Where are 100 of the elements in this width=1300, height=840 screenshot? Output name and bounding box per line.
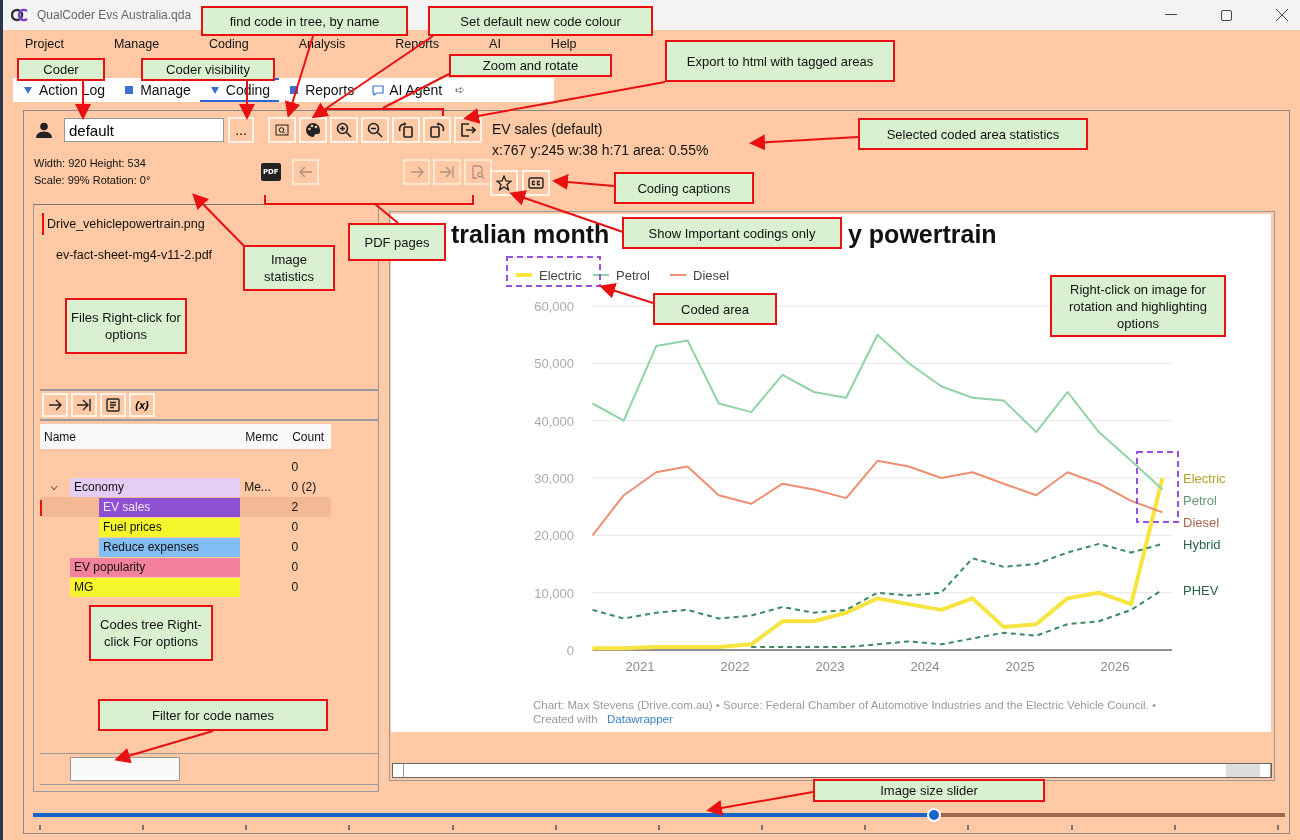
column-header[interactable]: Memc bbox=[241, 429, 289, 444]
tree-row[interactable]: Fuel prices 0 bbox=[40, 517, 331, 537]
rotate-right-button[interactable] bbox=[423, 117, 451, 143]
callout-label: Coder bbox=[17, 58, 105, 81]
menu-item[interactable]: Coding bbox=[209, 37, 249, 51]
horizontal-scrollbar[interactable] bbox=[392, 763, 1272, 778]
x-tick-label: 2023 bbox=[815, 659, 845, 674]
y-tick-label: 0 bbox=[566, 643, 574, 658]
chart-title: tralian month bbox=[451, 220, 610, 248]
count-text: 0 bbox=[291, 460, 299, 474]
find-code-button[interactable] bbox=[268, 117, 296, 143]
tree-row[interactable]: EV popularity 0 bbox=[40, 557, 331, 577]
next-code-button[interactable] bbox=[42, 393, 68, 417]
count-text: 2 bbox=[291, 500, 299, 514]
y-tick-label: 30,000 bbox=[534, 471, 574, 486]
x-tick-label: 2022 bbox=[720, 659, 750, 674]
series-label: Diesel bbox=[1183, 515, 1220, 530]
menu-item[interactable]: Help bbox=[550, 37, 577, 51]
arrow-to-end-icon bbox=[76, 399, 92, 411]
coder-field[interactable]: default bbox=[64, 118, 224, 142]
tree-row[interactable]: Economy Me... 0 (2) bbox=[40, 477, 331, 497]
callout-label: PDF pages bbox=[348, 223, 446, 261]
column-header[interactable]: Count bbox=[288, 429, 331, 444]
filter-field[interactable] bbox=[70, 757, 180, 781]
tab-icon bbox=[123, 84, 136, 96]
export-button[interactable] bbox=[454, 117, 482, 143]
tab-icon bbox=[372, 84, 385, 96]
last-code-button[interactable] bbox=[71, 393, 97, 417]
rotate-right-icon bbox=[429, 122, 445, 138]
app-logo-icon bbox=[11, 7, 29, 23]
tab-scroll-button[interactable]: ➪ bbox=[455, 83, 466, 97]
x-tick-label: 2026 bbox=[1100, 659, 1130, 674]
arrow-right-icon bbox=[409, 166, 424, 178]
close-icon[interactable] bbox=[1276, 9, 1288, 21]
callout-label: Export to html with tagged areas bbox=[665, 40, 895, 82]
zoom-out-icon bbox=[367, 122, 383, 138]
column-header[interactable]: Name bbox=[40, 429, 242, 444]
x-tick-label: 2025 bbox=[1005, 659, 1035, 674]
image-statistics-text: Scale: 99% Rotation: 0° bbox=[34, 173, 152, 188]
palette-button[interactable] bbox=[299, 117, 327, 143]
coded-area-outline[interactable] bbox=[506, 256, 601, 287]
code-name: EV popularity bbox=[70, 557, 241, 577]
x-tick-label: 2021 bbox=[625, 659, 655, 674]
callout-label: find code in tree, by name bbox=[201, 6, 408, 36]
series-label: Hybrid bbox=[1183, 537, 1221, 552]
count-text: 0 bbox=[291, 540, 299, 554]
minimize-icon[interactable] bbox=[1165, 14, 1177, 16]
slider-handle[interactable] bbox=[927, 808, 942, 822]
captions-button[interactable] bbox=[522, 170, 550, 196]
legend-item: Diesel bbox=[669, 268, 730, 283]
captions-icon bbox=[528, 177, 544, 189]
x-tick-label: 2024 bbox=[910, 659, 940, 674]
callout-label: Codes tree Right-click For options bbox=[89, 605, 213, 661]
rotate-left-button[interactable] bbox=[392, 117, 420, 143]
find-icon bbox=[275, 124, 289, 136]
chart-credit: Created with bbox=[533, 713, 598, 725]
zoom-in-button[interactable] bbox=[330, 117, 358, 143]
legend-item: Electric bbox=[516, 268, 582, 283]
tree-row[interactable]: Reduce expenses 0 bbox=[40, 537, 331, 557]
series-label: Petrol bbox=[1183, 493, 1217, 508]
datawrapper-link[interactable]: Datawrapper bbox=[607, 713, 673, 725]
maximize-icon[interactable] bbox=[1221, 9, 1232, 21]
tree-row[interactable]: EV sales 2 bbox=[40, 497, 331, 517]
window-title: QualCoder Evs Australia.qda bbox=[37, 8, 192, 22]
arrow-right-icon bbox=[48, 399, 62, 411]
callout-label: Coder visibility bbox=[141, 58, 275, 81]
y-tick-label: 60,000 bbox=[534, 299, 574, 314]
y-tick-label: 20,000 bbox=[534, 528, 574, 544]
count-text: 0 bbox=[291, 560, 299, 574]
callout-label: Set default new code colour bbox=[428, 6, 653, 36]
code-name: EV sales bbox=[99, 497, 241, 517]
page-search-icon bbox=[471, 165, 486, 179]
coded-area-outline[interactable] bbox=[1136, 451, 1179, 523]
count-text: 0 bbox=[291, 520, 299, 534]
file-item[interactable]: Drive_vehiclepowertrain.png bbox=[42, 213, 205, 235]
zoom-out-button[interactable] bbox=[361, 117, 389, 143]
memo-text: Me... bbox=[244, 480, 271, 494]
callout-label: Coded area bbox=[653, 293, 777, 325]
code-name: Fuel prices bbox=[99, 517, 241, 537]
code-name: Reduce expenses bbox=[99, 537, 241, 557]
menu-item[interactable]: Project bbox=[25, 37, 64, 51]
tab[interactable]: Reports bbox=[279, 78, 364, 102]
callout-label: Coding captions bbox=[614, 172, 754, 204]
selected-code-text: EV sales (default) bbox=[492, 120, 604, 139]
chevron-down-icon[interactable] bbox=[50, 484, 58, 491]
coder-visibility-button[interactable]: ... bbox=[228, 117, 254, 143]
variables-button[interactable]: (x) bbox=[129, 393, 155, 417]
palette-icon bbox=[305, 122, 321, 138]
callout-arrow bbox=[599, 283, 654, 304]
file-item[interactable]: ev-fact-sheet-mg4-v11-2.pdf bbox=[42, 244, 213, 266]
callout-label: Filter for code names bbox=[98, 699, 328, 731]
menu-item[interactable]: AI bbox=[489, 37, 501, 51]
tab[interactable]: Manage bbox=[114, 78, 200, 102]
memo-button[interactable] bbox=[100, 393, 126, 417]
menu-item[interactable]: Manage bbox=[113, 37, 160, 51]
coded-area-statistics: x:767 y:245 w:38 h:71 area: 0.55% bbox=[492, 141, 709, 160]
important-star-button[interactable] bbox=[490, 170, 518, 196]
series-label: PHEV bbox=[1183, 582, 1219, 598]
tree-row[interactable]: MG 0 bbox=[40, 577, 331, 597]
memo-icon bbox=[106, 398, 120, 412]
